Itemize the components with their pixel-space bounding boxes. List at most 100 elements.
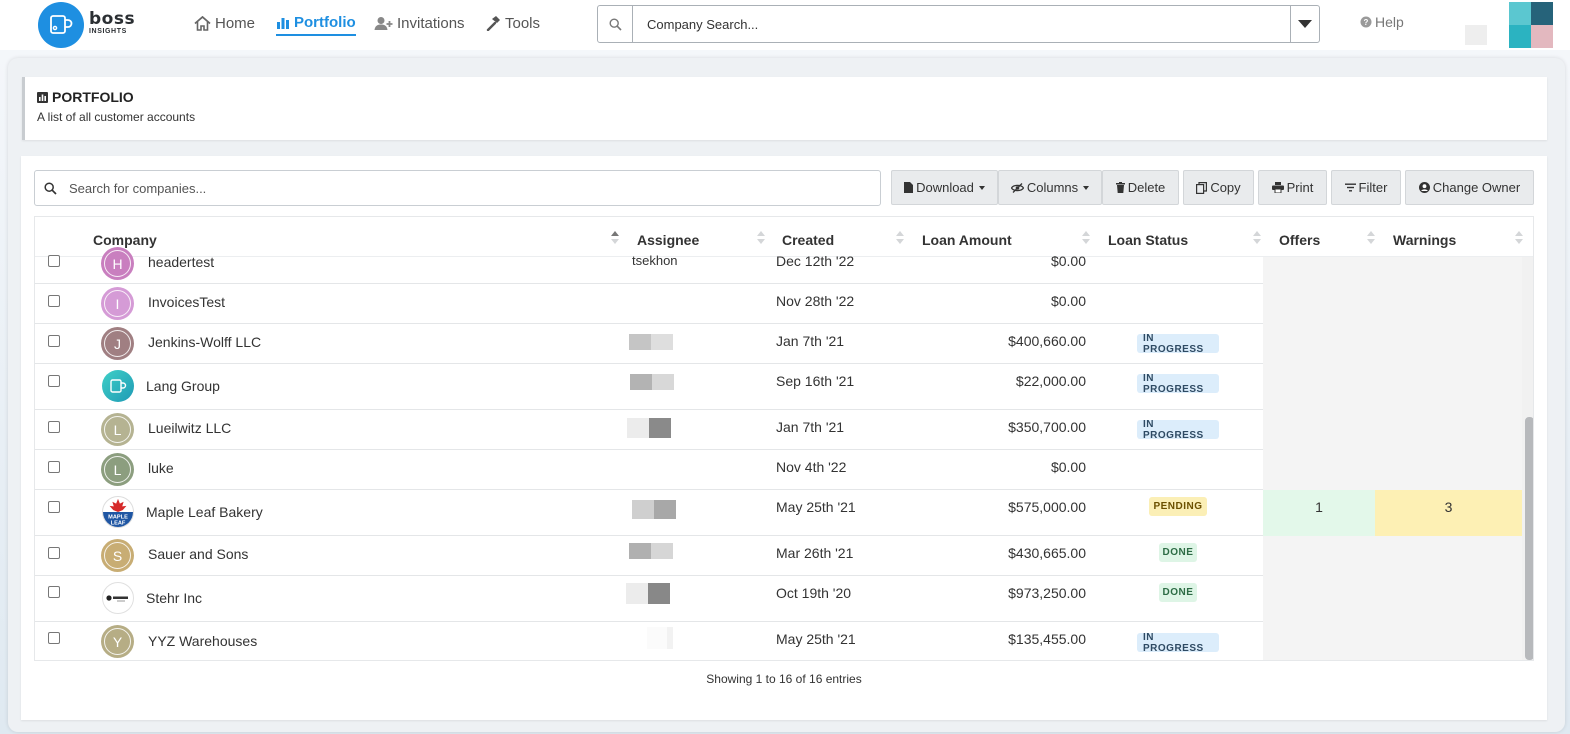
company-name[interactable]: headertest (148, 254, 214, 270)
printer-icon (1271, 182, 1284, 193)
company-name[interactable]: Jenkins-Wolff LLC (148, 334, 261, 350)
filter-button[interactable]: Filter (1331, 170, 1401, 205)
company-name[interactable]: YYZ Warehouses (148, 633, 257, 649)
loan-status-badge: IN PROGRESS (1137, 632, 1219, 654)
created-date: Nov 28th '22 (776, 293, 855, 309)
user-avatar[interactable] (1509, 2, 1553, 48)
company-search-select[interactable]: Company Search... (597, 5, 1320, 43)
table-info: Showing 1 to 16 of 16 entries (706, 672, 862, 686)
row-checkbox[interactable] (48, 421, 60, 433)
help-link[interactable]: ? Help (1360, 14, 1404, 30)
created-date: May 25th '21 (776, 499, 856, 515)
boss-insights-logo[interactable] (38, 2, 84, 48)
assignee-avatar-redacted (626, 583, 670, 604)
table-row[interactable]: J Jenkins-Wolff LLC Jan 7th '21 $400,660… (35, 324, 1522, 364)
copy-icon (1196, 181, 1208, 194)
company-name[interactable]: Stehr Inc (146, 590, 202, 606)
company-name[interactable]: Lueilwitz LLC (148, 420, 231, 436)
company-initial: S (104, 542, 131, 569)
row-checkbox[interactable] (48, 255, 60, 267)
created-date: Nov 4th '22 (776, 459, 847, 475)
user-avatar-placeholder[interactable] (1465, 25, 1487, 45)
offers-cell (1263, 284, 1375, 324)
company-avatar: L (101, 413, 134, 446)
sort-icon[interactable] (1253, 231, 1261, 247)
company-table-search[interactable] (34, 170, 881, 206)
row-checkbox[interactable] (48, 501, 60, 513)
column-header-created[interactable]: Created (782, 232, 834, 248)
filter-label: Filter (1358, 180, 1388, 195)
column-header-assignee[interactable]: Assignee (637, 232, 699, 248)
offers-cell (1263, 536, 1375, 576)
question-circle-icon: ? (1360, 16, 1372, 28)
svg-text:?: ? (1364, 18, 1369, 27)
row-checkbox[interactable] (48, 547, 60, 559)
table-row[interactable]: L luke Nov 4th '22 $0.00 (35, 450, 1522, 490)
table-row[interactable]: H headertest tsekhon Dec 12th '22 $0.00 (35, 247, 1522, 284)
company-name[interactable]: InvoicesTest (148, 294, 225, 310)
loan-status-badge: PENDING (1149, 497, 1207, 516)
table-row[interactable]: Stehr Inc Oct 19th '20 $973,250.00 DONE (35, 576, 1522, 622)
nav-tools[interactable]: Tools (485, 12, 540, 34)
page-subtitle: A list of all customer accounts (37, 110, 196, 124)
nav-home[interactable]: Home (194, 12, 255, 34)
company-avatar: L (101, 453, 134, 486)
row-checkbox[interactable] (48, 461, 60, 473)
column-header-loan-amount[interactable]: Loan Amount (922, 232, 1012, 248)
download-label: Download (916, 180, 974, 195)
sort-icon[interactable] (757, 231, 765, 247)
sort-icon[interactable] (1082, 231, 1090, 247)
loan-amount: $575,000.00 (1008, 499, 1086, 515)
nav-portfolio[interactable]: Portfolio (276, 12, 356, 36)
assignee-avatar-redacted (629, 543, 673, 559)
company-name[interactable]: Sauer and Sons (148, 546, 248, 562)
nav-portfolio-label: Portfolio (294, 14, 356, 31)
loan-amount: $0.00 (1050, 253, 1086, 269)
table-row[interactable]: Y YYZ Warehouses May 25th '21 $135,455.0… (35, 622, 1522, 660)
offers-cell (1263, 324, 1375, 364)
download-button[interactable]: Download (891, 170, 998, 205)
row-checkbox[interactable] (48, 632, 60, 644)
sort-icon[interactable] (896, 231, 904, 247)
table-row[interactable]: I InvoicesTest Nov 28th '22 $0.00 (35, 284, 1522, 324)
warnings-cell (1375, 450, 1522, 490)
row-checkbox[interactable] (48, 375, 60, 387)
hammer-icon (486, 16, 500, 31)
company-table-search-input[interactable] (69, 177, 859, 199)
company-name[interactable]: Maple Leaf Bakery (146, 504, 263, 520)
page-header-card: PORTFOLIO A list of all customer account… (22, 77, 1547, 140)
sort-asc-icon[interactable] (611, 231, 619, 247)
change-owner-button[interactable]: Change Owner (1405, 170, 1534, 205)
offers-cell (1263, 364, 1375, 410)
copy-button[interactable]: Copy (1183, 170, 1254, 205)
row-checkbox[interactable] (48, 295, 60, 307)
nav-invitations-label: Invitations (397, 14, 465, 32)
nav-invitations[interactable]: Invitations (374, 12, 465, 34)
dropdown-arrow-icon[interactable] (1290, 6, 1319, 42)
columns-button[interactable]: Columns (998, 170, 1102, 205)
created-date: Jan 7th '21 (776, 333, 845, 349)
table-scrollbar-thumb[interactable] (1525, 417, 1533, 660)
print-button[interactable]: Print (1258, 170, 1327, 205)
column-header-offers[interactable]: Offers (1279, 232, 1320, 248)
table-row[interactable]: L Lueilwitz LLC Jan 7th '21 $350,700.00 … (35, 410, 1522, 450)
loan-amount: $350,700.00 (1008, 419, 1086, 435)
loan-amount: $135,455.00 (1008, 631, 1086, 647)
company-name[interactable]: luke (148, 460, 174, 476)
sort-icon[interactable] (1515, 231, 1523, 247)
company-logo: MAPLE LEAF (102, 496, 134, 528)
column-header-warnings[interactable]: Warnings (1393, 232, 1456, 248)
page-title: PORTFOLIO (37, 89, 134, 105)
loan-status-badge: IN PROGRESS (1137, 373, 1219, 395)
table-row[interactable]: S Sauer and Sons Mar 26th '21 $430,665.0… (35, 536, 1522, 576)
row-checkbox[interactable] (48, 335, 60, 347)
table-row[interactable]: 1 3 MAPLE LEAF Maple Leaf Bakery May 25t… (35, 490, 1522, 536)
column-header-loan-status[interactable]: Loan Status (1108, 232, 1188, 248)
company-name[interactable]: Lang Group (146, 378, 220, 394)
sort-icon[interactable] (1367, 231, 1375, 247)
column-header-company[interactable]: Company (93, 232, 157, 248)
delete-button[interactable]: Delete (1102, 170, 1179, 205)
table-row[interactable]: Lang Group Sep 16th '21 $22,000.00 IN PR… (35, 364, 1522, 410)
offers-cell: 1 (1263, 490, 1375, 536)
row-checkbox[interactable] (48, 586, 60, 598)
